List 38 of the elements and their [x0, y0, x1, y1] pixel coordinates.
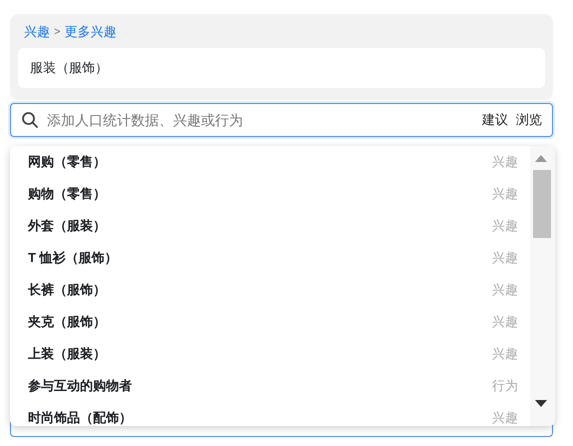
suggestion-type: 兴趣: [492, 281, 518, 300]
suggestion-name: 网购（零售）: [28, 153, 106, 172]
suggestion-name: T 恤衫（服饰）: [28, 249, 118, 268]
suggestion-item[interactable]: 参与互动的购物者 行为: [10, 370, 530, 402]
suggestion-name: 夹克（服饰）: [28, 313, 106, 332]
suggestion-item[interactable]: 时尚饰品（配饰） 兴趣: [10, 402, 530, 426]
search-field[interactable]: 添加人口统计数据、兴趣或行为 建议 浏览: [10, 103, 553, 137]
search-action-link[interactable]: 建议: [482, 110, 508, 130]
suggestion-name: 上装（服装）: [28, 345, 106, 364]
suggestion-name: 外套（服装）: [28, 217, 106, 236]
suggestion-type: 兴趣: [492, 153, 518, 172]
suggestion-type: 兴趣: [492, 185, 518, 204]
suggestion-item[interactable]: 上装（服装） 兴趣: [10, 338, 530, 370]
suggestion-item[interactable]: 长裤（服饰） 兴趣: [10, 274, 530, 306]
scroll-thumb[interactable]: [533, 170, 551, 238]
suggestion-item[interactable]: 网购（零售） 兴趣: [10, 146, 530, 178]
search-action-link[interactable]: 浏览: [516, 110, 542, 130]
breadcrumb-link[interactable]: 兴趣: [24, 22, 50, 42]
suggestion-name: 参与互动的购物者: [28, 377, 132, 396]
scroll-up-icon[interactable]: [535, 155, 547, 162]
suggestion-item[interactable]: 夹克（服饰） 兴趣: [10, 306, 530, 338]
suggestion-name: 长裤（服饰）: [28, 281, 106, 300]
suggestion-type: 兴趣: [492, 217, 518, 236]
breadcrumb-link[interactable]: 更多兴趣: [64, 22, 116, 42]
suggestion-type: 兴趣: [492, 313, 518, 332]
selected-interest: 服装（服饰）: [30, 59, 108, 78]
suggestion-name: 购物（零售）: [28, 185, 106, 204]
suggestion-type: 兴趣: [492, 249, 518, 268]
suggestion-name: 时尚饰品（配饰）: [28, 409, 132, 426]
suggestion-item[interactable]: T 恤衫（服饰） 兴趣: [10, 242, 530, 274]
search-icon: [21, 111, 39, 129]
suggestion-item[interactable]: 外套（服装） 兴趣: [10, 210, 530, 242]
suggestion-type: 行为: [492, 377, 518, 396]
scrollbar[interactable]: [530, 146, 555, 426]
breadcrumb-separator: >: [54, 24, 60, 40]
suggestion-type: 兴趣: [492, 345, 518, 364]
suggestion-type: 兴趣: [492, 409, 518, 426]
suggestion-item[interactable]: 购物（零售） 兴趣: [10, 178, 530, 210]
